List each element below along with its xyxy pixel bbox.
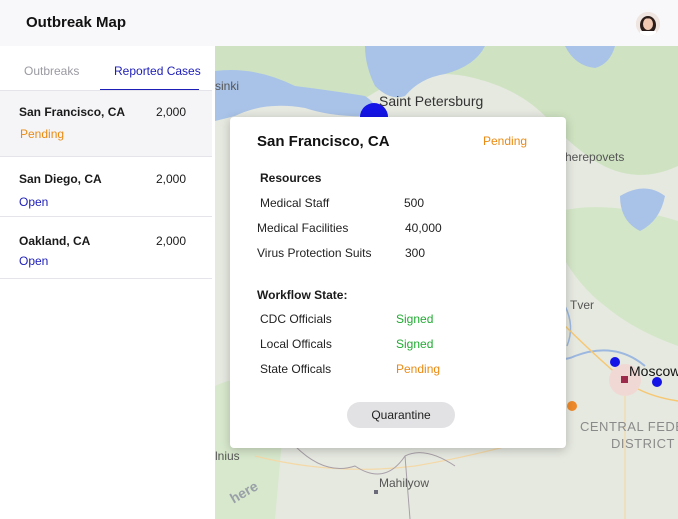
map-label-mahilyow: Mahilyow xyxy=(379,476,430,490)
workflow-state: Signed xyxy=(396,312,434,326)
resources-heading: Resources xyxy=(260,171,322,185)
map-label-central-federal: CENTRAL FEDE xyxy=(580,419,678,434)
app-title: Outbreak Map xyxy=(26,14,127,31)
case-item-san-diego[interactable]: San Diego, CA 2,000 Open xyxy=(0,157,212,217)
avatar-image xyxy=(636,12,660,36)
case-name: San Francisco, CA xyxy=(19,105,126,119)
case-count: 2,000 xyxy=(156,172,187,186)
case-item-oakland[interactable]: Oakland, CA 2,000 Open xyxy=(0,217,212,279)
map-label-tver: Tver xyxy=(570,298,594,312)
workflow-label: State Officals xyxy=(260,362,332,376)
user-avatar[interactable] xyxy=(636,12,660,36)
map-label-cherepovets: herepovets xyxy=(565,150,625,164)
resource-label: Medical Staff xyxy=(260,196,330,210)
resource-value: 500 xyxy=(404,196,425,210)
case-name: Oakland, CA xyxy=(19,234,91,248)
case-count: 2,000 xyxy=(156,234,187,248)
popup-title: San Francisco, CA xyxy=(257,133,390,150)
workflow-label: CDC Officials xyxy=(260,312,332,326)
map-label-moscow: Moscow xyxy=(629,363,678,379)
app-header: Outbreak Map xyxy=(0,0,678,46)
tab-reported-cases[interactable]: Reported Cases xyxy=(114,64,201,78)
map-label-vilnius: lnius xyxy=(215,449,240,463)
workflow-heading: Workflow State: xyxy=(257,288,348,302)
sidebar: Outbreaks Reported Cases San Francisco, … xyxy=(0,46,215,519)
map-label-helsinki: sinki xyxy=(215,79,240,93)
map-label-saint-petersburg: Saint Petersburg xyxy=(379,93,484,109)
case-detail-popup: San Francisco, CA Pending Resources Medi… xyxy=(230,117,566,448)
workflow-state: Signed xyxy=(396,337,434,351)
case-status: Open xyxy=(19,195,49,209)
case-item-san-francisco[interactable]: San Francisco, CA 2,000 Pending xyxy=(0,91,212,157)
popup-status: Pending xyxy=(483,134,528,148)
map-label-district: DISTRICT xyxy=(611,436,675,451)
case-status: Pending xyxy=(20,127,65,141)
case-count: 2,000 xyxy=(156,105,187,119)
resource-label: Virus Protection Suits xyxy=(257,246,372,260)
resource-label: Medical Facilities xyxy=(257,221,349,235)
quarantine-button[interactable]: Quarantine xyxy=(347,402,455,428)
case-name: San Diego, CA xyxy=(19,172,102,186)
workflow-state: Pending xyxy=(396,362,441,376)
resource-value: 40,000 xyxy=(405,221,442,235)
tab-outbreaks[interactable]: Outbreaks xyxy=(24,64,79,78)
resource-value: 300 xyxy=(405,246,426,260)
case-status: Open xyxy=(19,254,49,268)
workflow-label: Local Officals xyxy=(260,337,332,351)
